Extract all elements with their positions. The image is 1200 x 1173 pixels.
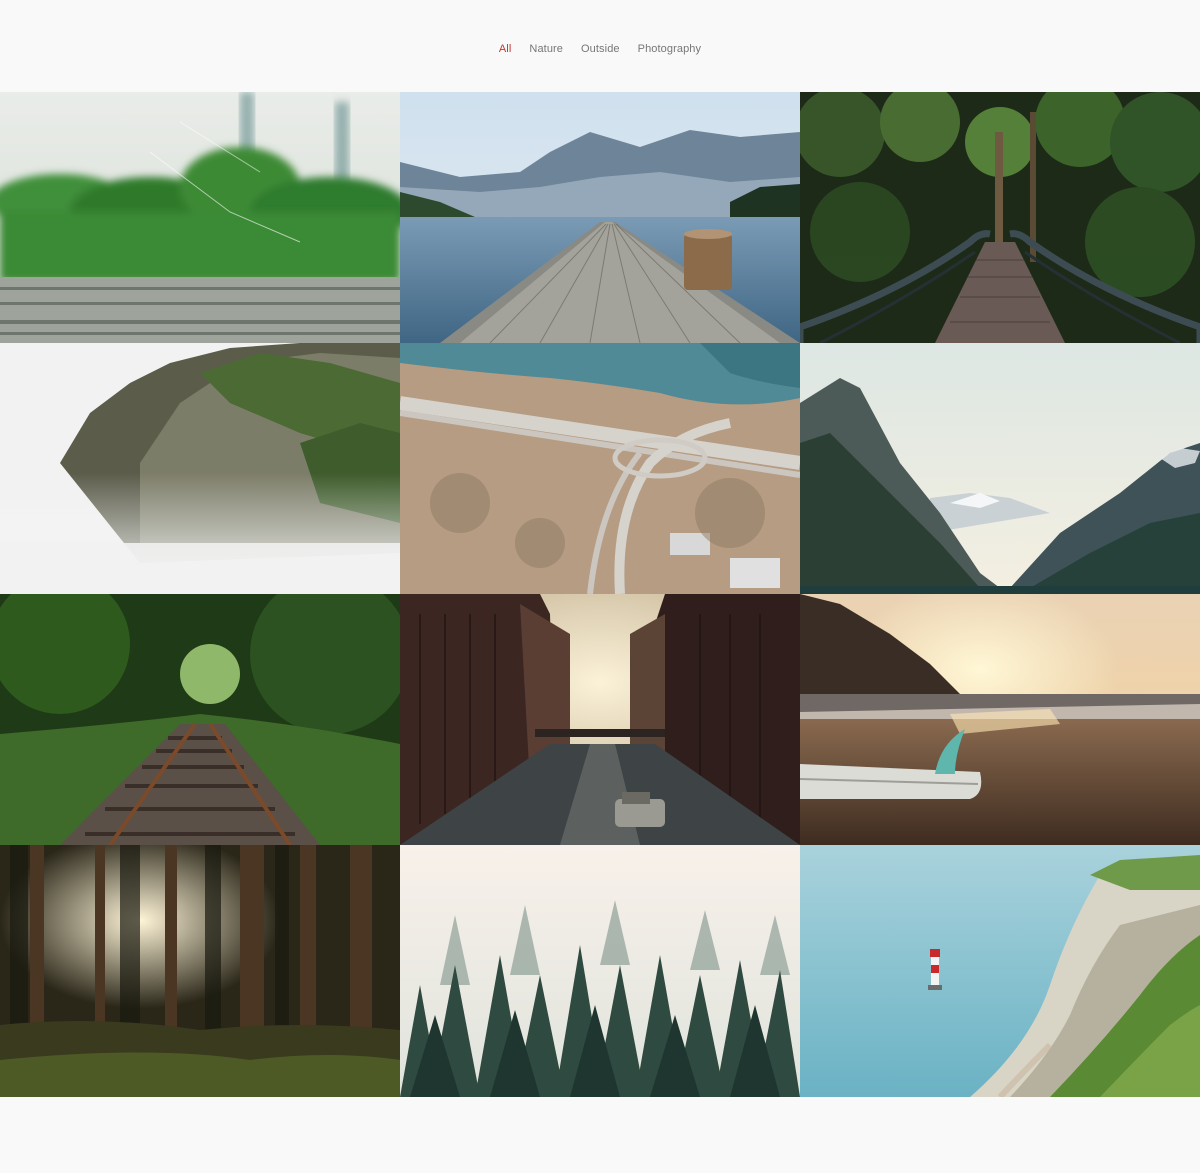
photo-gallery <box>0 92 1200 1097</box>
filter-nav: All Nature Outside Photography <box>0 0 1200 92</box>
filter-outside[interactable]: Outside <box>581 43 620 55</box>
gallery-photo-forest-railway[interactable] <box>0 594 400 845</box>
gallery-photo-lake-dock[interactable] <box>400 92 800 343</box>
gallery-photo-city-canal[interactable] <box>400 594 800 845</box>
filter-list: All Nature Outside Photography <box>490 43 710 55</box>
gallery-photo-misty-pines[interactable] <box>400 845 800 1097</box>
filter-photography[interactable]: Photography <box>638 43 701 55</box>
gallery-photo-lighthouse-cliffs[interactable] <box>800 845 1200 1097</box>
gallery-photo-beach-surfboard[interactable] <box>800 594 1200 845</box>
filter-nature[interactable]: Nature <box>529 43 563 55</box>
gallery-photo-sunlit-forest[interactable] <box>0 845 400 1097</box>
gallery-photo-aerial-highway[interactable] <box>400 343 800 594</box>
gallery-photo-foggy-cliff[interactable] <box>0 343 400 594</box>
gallery-photo-rainy-train-window[interactable] <box>0 92 400 343</box>
gallery-photo-forest-bridge[interactable] <box>800 92 1200 343</box>
filter-all[interactable]: All <box>499 43 512 55</box>
gallery-photo-mountain-lake[interactable] <box>800 343 1200 594</box>
